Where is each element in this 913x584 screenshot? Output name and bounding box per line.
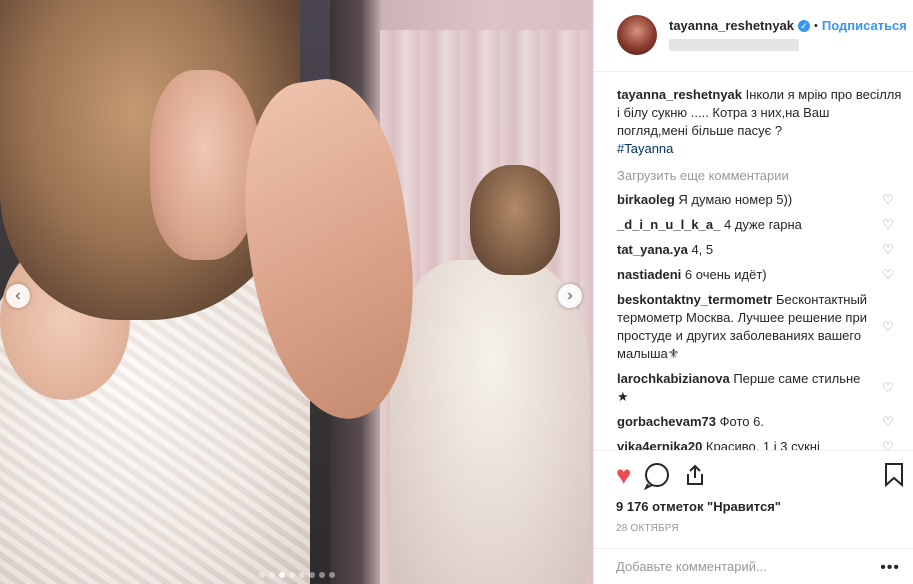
comment-body: Я думаю номер 5)) xyxy=(674,192,793,207)
comment-body: Красиво, 1 і 3 сукні xyxy=(702,439,820,450)
comment-username[interactable]: gorbachevam73 xyxy=(617,414,716,429)
action-icons-row: ♥ xyxy=(616,461,913,491)
more-options-icon[interactable]: ••• xyxy=(880,559,900,577)
comment-like-heart-icon[interactable]: ♡ xyxy=(881,267,895,283)
carousel-dot xyxy=(308,572,315,578)
verified-badge-icon: ✓ xyxy=(798,19,811,32)
carousel-dot xyxy=(268,572,275,578)
follow-button[interactable]: Подписаться xyxy=(822,18,907,33)
comment-text: nastiadeni 6 очень идёт) xyxy=(617,266,873,284)
carousel-dot xyxy=(278,572,285,578)
mirror-reflection-dress xyxy=(390,260,590,584)
mirror-reflection-head xyxy=(470,165,560,275)
like-heart-icon[interactable]: ♥ xyxy=(616,461,631,489)
share-icon[interactable] xyxy=(683,463,707,487)
carousel-dot xyxy=(288,572,295,578)
comment-body: Фото 6. xyxy=(716,414,764,429)
comment-items: birkaoleg Я думаю номер 5)) ♡ _d_i_n_u_l_k… xyxy=(617,191,902,450)
comment-input[interactable] xyxy=(616,559,866,574)
comment-like-heart-icon[interactable]: ♡ xyxy=(881,192,895,208)
comment-text: birkaoleg Я думаю номер 5)) xyxy=(617,191,873,209)
comment-like-heart-icon[interactable]: ♡ xyxy=(881,439,895,450)
avatar[interactable] xyxy=(617,15,657,55)
comment-text: gorbachevam73 Фото 6. xyxy=(617,413,873,431)
chevron-left-icon: ‹ xyxy=(15,287,21,304)
carousel-indicator xyxy=(0,572,593,578)
comment-text: tat_yana.ya 4, 5 xyxy=(617,241,873,259)
comment-item: _d_i_n_u_l_k_a_ 4 дуже гарна ♡ xyxy=(617,216,902,234)
hashtag-link[interactable]: #Tayanna xyxy=(617,141,673,156)
post-date[interactable]: 28 октября xyxy=(616,523,913,534)
comment-username[interactable]: nastiadeni xyxy=(617,267,681,282)
load-more-comments-button[interactable]: Загрузить еще комментарии xyxy=(617,168,902,183)
comment-like-heart-icon[interactable]: ♡ xyxy=(881,319,895,335)
comment-body: 6 очень идёт) xyxy=(681,267,767,282)
comment-bubble-icon[interactable] xyxy=(644,463,670,491)
comment-username[interactable]: larochkabizianova xyxy=(617,371,730,386)
caption-username[interactable]: tayanna_reshetnyak xyxy=(617,87,742,102)
comment-username[interactable]: birkaoleg xyxy=(617,192,675,207)
carousel-dot xyxy=(328,572,335,578)
woman-face xyxy=(150,70,260,260)
comment-username[interactable]: vika4ernika20 xyxy=(617,439,702,450)
comment-item: larochkabizianova Перше саме стильне ★ ♡ xyxy=(617,370,902,406)
comment-item: beskontaktny_termometr Бесконтактный тер… xyxy=(617,291,902,363)
likes-count[interactable]: 9 176 отметок "Нравится" xyxy=(616,499,913,514)
comment-text: beskontaktny_termometr Бесконтактный тер… xyxy=(617,291,873,363)
post-sidebar: tayanna_reshetnyak ✓ • Подписаться tayan… xyxy=(593,0,913,584)
carousel-next-button[interactable]: › xyxy=(558,284,582,308)
carousel-prev-button[interactable]: ‹ xyxy=(6,284,30,308)
comment-item: birkaoleg Я думаю номер 5)) ♡ xyxy=(617,191,902,209)
comment-item: tat_yana.ya 4, 5 ♡ xyxy=(617,241,902,259)
carousel-dot xyxy=(298,572,305,578)
separator: • xyxy=(814,19,818,32)
bookmark-icon[interactable] xyxy=(884,463,904,487)
comment-item: gorbachevam73 Фото 6. ♡ xyxy=(617,413,902,431)
comment-body: 4, 5 xyxy=(687,242,714,257)
post-actions: ♥ 9 176 отметок "Нравится" 28 октября xyxy=(594,450,913,534)
chevron-right-icon: › xyxy=(567,287,573,304)
comment-body: 4 дуже гарна xyxy=(720,217,802,232)
comment-username[interactable]: _d_i_n_u_l_k_a_ xyxy=(617,217,720,232)
comment-like-heart-icon[interactable]: ♡ xyxy=(881,380,895,396)
comment-username[interactable]: beskontaktny_termometr xyxy=(617,292,772,307)
carousel-dot xyxy=(318,572,325,578)
comment-item: nastiadeni 6 очень идёт) ♡ xyxy=(617,266,902,284)
header-text: tayanna_reshetnyak ✓ • Подписаться xyxy=(669,15,907,51)
post-header: tayanna_reshetnyak ✓ • Подписаться xyxy=(594,0,913,72)
location-placeholder xyxy=(669,39,799,51)
header-top: tayanna_reshetnyak ✓ • Подписаться xyxy=(669,18,907,33)
comment-username[interactable]: tat_yana.ya xyxy=(617,242,688,257)
comment-like-heart-icon[interactable]: ♡ xyxy=(881,242,895,258)
comment-like-heart-icon[interactable]: ♡ xyxy=(881,414,895,430)
comment-text: vika4ernika20 Красиво, 1 і 3 сукні xyxy=(617,438,873,450)
comment-text: larochkabizianova Перше саме стильне ★ xyxy=(617,370,873,406)
comment-text: _d_i_n_u_l_k_a_ 4 дуже гарна xyxy=(617,216,873,234)
comment-like-heart-icon[interactable]: ♡ xyxy=(881,217,895,233)
username-link[interactable]: tayanna_reshetnyak xyxy=(669,18,794,33)
comment-item: vika4ernika20 Красиво, 1 і 3 сукні ♡ xyxy=(617,438,902,450)
add-comment-bar: ••• xyxy=(594,548,913,584)
post-caption: tayanna_reshetnyak Інколи я мрію про вес… xyxy=(617,86,902,158)
carousel-dot xyxy=(258,572,265,578)
post-photo[interactable]: ‹ › xyxy=(0,0,593,584)
comments-list[interactable]: tayanna_reshetnyak Інколи я мрію про вес… xyxy=(617,86,902,450)
